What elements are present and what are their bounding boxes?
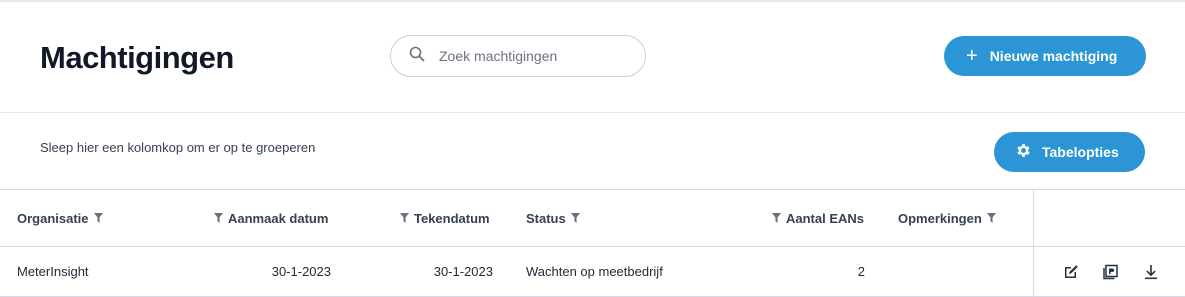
search-box[interactable] (390, 35, 646, 77)
column-header-status[interactable]: Status (526, 190, 585, 246)
column-label: Tekendatum (414, 210, 490, 226)
group-by-hint: Sleep hier een kolomkop om er op te groe… (40, 140, 316, 155)
filter-icon[interactable] (400, 213, 409, 223)
column-header-aantal-eans[interactable]: Aantal EANs (767, 190, 864, 246)
header-divider (0, 112, 1185, 113)
table-options-button[interactable]: Tabelopties (994, 132, 1145, 172)
row-actions (1034, 247, 1185, 297)
cell-tekendatum: 30-1-2023 (433, 264, 493, 279)
column-label: Aanmaak datum (228, 210, 329, 226)
column-label: Opmerkingen (898, 210, 982, 226)
cell-aanmaak-datum: 30-1-2023 (271, 264, 331, 279)
table-options-label: Tabelopties (1042, 144, 1119, 160)
table-row[interactable]: MeterInsight 30-1-2023 30-1-2023 Wachten… (0, 247, 1185, 297)
column-label: Aantal EANs (786, 210, 865, 226)
cell-aantal-eans: 2 (857, 264, 865, 279)
cell-organisatie: MeterInsight (17, 264, 89, 279)
new-authorization-label: Nieuwe machtiging (989, 48, 1118, 64)
column-header-organisatie[interactable]: Organisatie (17, 190, 108, 246)
column-label: Status (526, 210, 566, 226)
authorizations-table: Organisatie Aanmaak datum Tekendatum Sta… (0, 189, 1185, 297)
search-input[interactable] (439, 48, 619, 64)
top-border (0, 0, 1185, 2)
plus-icon: + (966, 45, 978, 67)
filter-icon[interactable] (214, 213, 223, 223)
table-header-row: Organisatie Aanmaak datum Tekendatum Sta… (0, 190, 1185, 247)
filter-icon[interactable] (772, 213, 781, 223)
filter-icon[interactable] (93, 213, 103, 223)
cell-status: Wachten op meetbedrijf (526, 264, 663, 279)
column-header-aanmaak-datum[interactable]: Aanmaak datum (209, 190, 328, 246)
column-header-opmerkingen[interactable]: Opmerkingen (898, 190, 1001, 246)
new-authorization-button[interactable]: + Nieuwe machtiging (944, 36, 1146, 76)
pdf-icon[interactable] (1102, 263, 1120, 281)
filter-icon[interactable] (986, 213, 996, 223)
filter-icon[interactable] (570, 213, 580, 223)
edit-icon[interactable] (1062, 263, 1080, 281)
page-title: Machtigingen (40, 40, 234, 75)
column-header-tekendatum[interactable]: Tekendatum (395, 190, 490, 246)
search-icon (409, 46, 425, 67)
gear-icon (1015, 142, 1042, 162)
download-icon[interactable] (1142, 263, 1160, 281)
column-label: Organisatie (17, 210, 89, 226)
